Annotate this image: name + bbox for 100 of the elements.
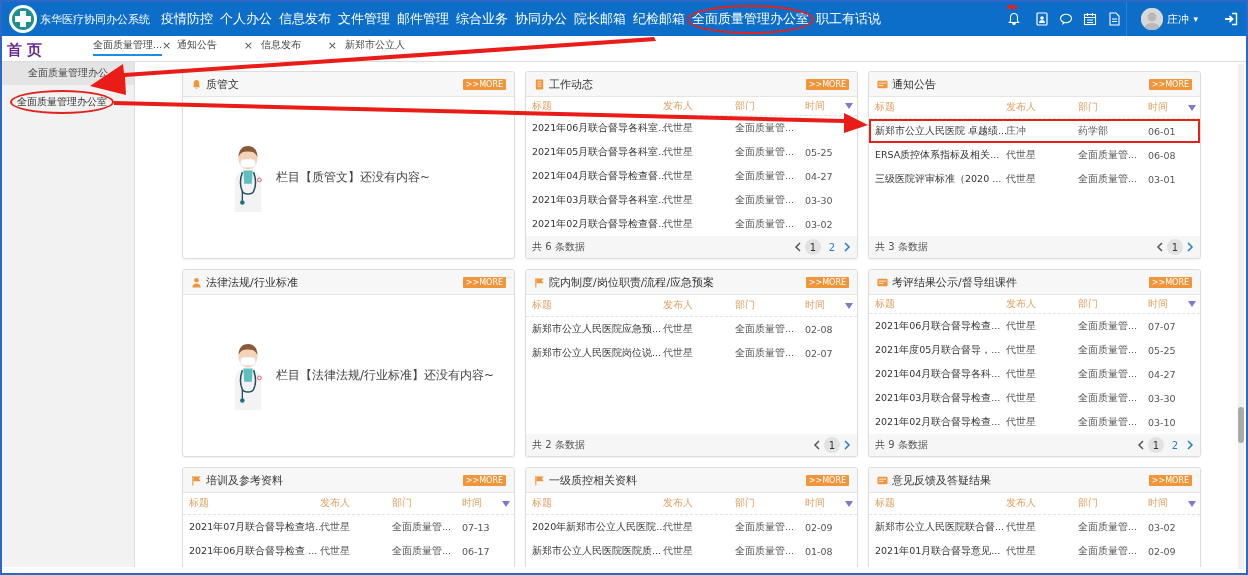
tab[interactable]: 通知公告 — [177, 39, 217, 56]
table-row[interactable]: 2021年06月联合督导各科室...代世星 全面质量管... — [526, 116, 857, 140]
table-row[interactable]: 2021年06月联合督导检查 ... 代世星 全面质量管... 06-17 — [183, 539, 514, 563]
contact-icon[interactable] — [1035, 12, 1050, 26]
table-row[interactable]: 新郑市公立人民医院医院质... 代世星 全面质量管... 01-08 — [526, 539, 857, 563]
panel-title: 培训及参考资料 — [206, 472, 283, 488]
table-cell-text: 2021年04月联合督导各科... — [875, 367, 1002, 381]
caret-icon[interactable]: ▾ — [1193, 14, 1198, 24]
table-row[interactable]: 2021年03月联合督导各科室...代世星 全面质量管... 03-30 — [526, 188, 857, 212]
tab[interactable]: 全面质量管理... — [93, 39, 163, 56]
table-row[interactable]: 三级医院评审标准（2020 ... 代世星 全面质量管... 03-01 — [869, 167, 1200, 191]
user-name[interactable]: 庄冲 — [1167, 11, 1190, 27]
table-row[interactable]: 新郑市公立人民医院联合督... 代世星 全面质量管... 03-02 — [869, 515, 1200, 539]
table-cell-text: 2021年01月联合督导意见... — [875, 544, 1002, 558]
sort-icon[interactable] — [502, 500, 510, 507]
table-cell-text: 2021年06月联合督导检查... — [875, 319, 1002, 333]
column-header: 部门 — [735, 497, 756, 510]
table-row[interactable]: 2021年07月联合督导检查培...代世星 全面质量管... 07-13 — [183, 515, 514, 539]
table-row[interactable]: 2021年04月联合督导检查督...代世星 全面质量管... 04-27 — [526, 164, 857, 188]
column-header: 标题 — [532, 99, 553, 113]
table-row[interactable]: 2020年新郑市公立人民医院...代世星 全面质量管... 02-09 — [526, 515, 857, 539]
table-cell-text: 06-01 — [1148, 125, 1177, 137]
logout-icon[interactable] — [1224, 12, 1238, 26]
table-cell-text: 代世星 — [663, 193, 694, 207]
table-cell-text: 03-01 — [1148, 173, 1177, 185]
table-cell-text: 04-27 — [1148, 368, 1177, 380]
nav-item[interactable]: 职工有话说 — [813, 6, 884, 32]
column-header: 时间 — [805, 99, 826, 113]
close-icon[interactable]: × — [162, 39, 172, 52]
table-cell-text: 全面质量管... — [735, 217, 796, 231]
nav-item[interactable]: 综合业务 — [453, 6, 511, 32]
table-row[interactable]: 2021年05月联合督导各科室...代世星 全面质量管... 05-25 — [526, 140, 857, 164]
nav-item[interactable]: 疫情防控 — [158, 6, 216, 32]
previous-page-icon[interactable] — [1156, 242, 1164, 252]
table-row[interactable]: 2021年度05月联合督导，... 代世星 全面质量管... 05-25 — [869, 338, 1200, 362]
table-cell-text: 2021年度05月联合督导，... — [875, 343, 1002, 357]
table-cell-text: 代世星 — [663, 322, 694, 336]
calendar-icon[interactable] — [1083, 12, 1098, 26]
table-cell-text: 全面质量管... — [1078, 319, 1139, 333]
card-icon — [877, 474, 888, 486]
nav-item[interactable]: 个人办公 — [217, 6, 275, 32]
sort-icon[interactable] — [1188, 500, 1196, 507]
tab[interactable]: 信息发布 — [261, 39, 301, 56]
close-icon[interactable]: × — [243, 39, 253, 52]
column-header: 部门 — [735, 99, 756, 113]
nav-item[interactable]: 院长邮箱 — [571, 6, 629, 32]
table-row[interactable]: 2021年02月联合督导检查... 代世星 全面质量管... 03-10 — [869, 410, 1200, 434]
nav-item[interactable]: 纪检邮箱 — [630, 6, 688, 32]
previous-page-icon[interactable] — [794, 242, 802, 252]
table-cell-text: ERSA质控体系指标及相关... — [875, 148, 1001, 162]
table-cell: 新郑市公立人民医院联合督... — [875, 520, 1006, 534]
page-button[interactable]: 1 — [824, 437, 840, 453]
next-page-icon[interactable] — [843, 242, 851, 252]
table-row[interactable]: 2021年01月联合督导意见... 代世星 全面质量管... 02-09 — [869, 539, 1200, 563]
flag-icon — [191, 474, 202, 486]
next-page-icon[interactable] — [843, 440, 851, 450]
tab[interactable]: 新郑市公立人 — [345, 39, 405, 56]
nav-item[interactable]: 信息发布 — [276, 6, 334, 32]
sort-icon[interactable] — [845, 500, 853, 507]
page-button[interactable]: 1 — [1167, 239, 1183, 255]
table-cell-text: 2021年02月联合督导检查... — [875, 415, 1002, 429]
table-cell: 新郑市公立人民医院岗位说... — [532, 346, 663, 360]
previous-page-icon[interactable] — [1137, 440, 1145, 450]
table-row[interactable]: 2021年03月联合督导检查... 代世星 全面质量管... 03-30 — [869, 386, 1200, 410]
sort-icon[interactable] — [1188, 104, 1196, 111]
table-cell-text: 代世星 — [1006, 415, 1037, 429]
document-icon — [534, 78, 545, 90]
avatar[interactable] — [1141, 8, 1164, 30]
table-row[interactable]: 2021年02月联合督导检查督...代世星 全面质量管... 03-02 — [526, 212, 857, 236]
column-header: 时间 — [1148, 297, 1169, 311]
page-button[interactable]: 2 — [1167, 437, 1183, 453]
next-page-icon[interactable] — [1186, 440, 1194, 450]
nav-item[interactable]: 全面质量管理办公室 — [689, 6, 812, 32]
chat-icon[interactable] — [1059, 12, 1074, 26]
bell-icon[interactable] — [1007, 12, 1022, 26]
table-row[interactable]: ERSA质控体系指标及相关... 代世星 全面质量管... 06-08 — [869, 143, 1200, 167]
table-cell-text: 全面质量管... — [735, 322, 796, 336]
sort-icon[interactable] — [845, 103, 853, 109]
nav-item[interactable]: 协同办公 — [512, 6, 570, 32]
panel-title: 意见反馈及答疑结果 — [892, 472, 991, 488]
previous-page-icon[interactable] — [813, 440, 821, 450]
sort-icon[interactable] — [845, 302, 853, 309]
table-row[interactable]: 2021年06月联合督导检查... 代世星 全面质量管... 07-07 — [869, 314, 1200, 338]
table-row[interactable]: 新郑市公立人民医院应急预... 代世星 全面质量管... 02-08 — [526, 317, 857, 341]
table-row[interactable]: 新郑市公立人民医院岗位说... 代世星 全面质量管... 02-07 — [526, 341, 857, 365]
table-row[interactable]: 新郑市公立人民医院 卓越绩...庄冲 药学部 06-01 — [869, 119, 1200, 143]
table-cell: 新郑市公立人民医院 卓越绩... — [875, 124, 1006, 138]
home-title[interactable]: 首 页 — [2, 40, 87, 60]
page-button[interactable]: 1 — [805, 239, 821, 255]
table-cell-text: 三级医院评审标准（2020 ... — [875, 172, 1003, 186]
document-icon[interactable] — [1107, 12, 1122, 26]
close-icon[interactable]: × — [327, 39, 337, 52]
sort-icon[interactable] — [1188, 301, 1196, 307]
scrollbar[interactable] — [1238, 64, 1244, 569]
nav-item[interactable]: 邮件管理 — [394, 6, 452, 32]
page-button[interactable]: 2 — [824, 239, 840, 255]
page-button[interactable]: 1 — [1148, 437, 1164, 453]
nav-item[interactable]: 文件管理 — [335, 6, 393, 32]
table-row[interactable]: 2021年04月联合督导各科... 代世星 全面质量管... 04-27 — [869, 362, 1200, 386]
next-page-icon[interactable] — [1186, 242, 1194, 252]
